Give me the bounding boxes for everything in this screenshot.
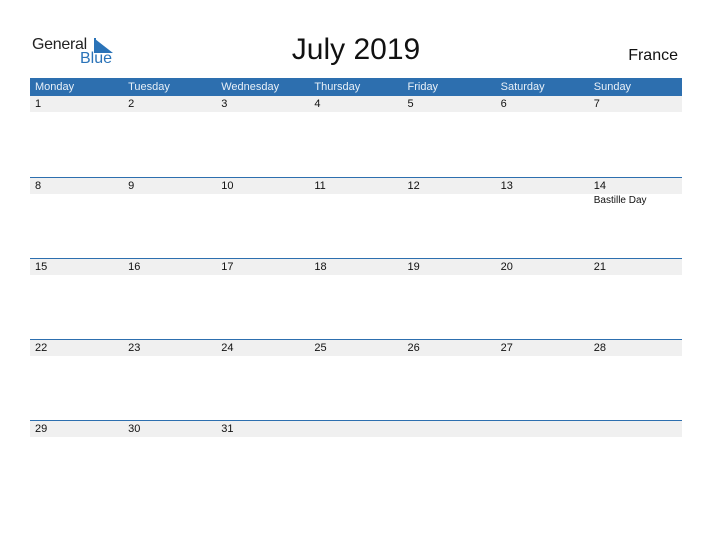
weekday-tuesday: Tuesday	[128, 81, 170, 93]
day-number: 3	[221, 98, 228, 110]
day-event	[309, 194, 402, 206]
day-event	[309, 112, 402, 113]
day-number: 15	[35, 261, 48, 273]
day-event	[403, 194, 496, 206]
week-row: 1 2 3 4 5 6 7	[30, 96, 682, 177]
day-number: 14	[593, 180, 606, 192]
event-row	[30, 112, 682, 113]
day-event	[30, 356, 123, 357]
day-number: 20	[500, 261, 513, 273]
day-event	[216, 275, 309, 276]
day-event	[403, 356, 496, 357]
calendar-grid: Monday Tuesday Wednesday Thursday Friday…	[30, 78, 682, 501]
day-event	[30, 275, 123, 276]
day-number: 6	[500, 98, 507, 110]
event-row	[30, 437, 682, 438]
day-number: 19	[407, 261, 420, 273]
day-number: 5	[407, 98, 414, 110]
weekday-header-row: Monday Tuesday Wednesday Thursday Friday…	[30, 78, 682, 96]
day-number	[589, 421, 682, 437]
day-event	[216, 194, 309, 206]
day-number: 21	[593, 261, 606, 273]
day-number-row: 1 2 3 4 5 6 7	[30, 96, 682, 112]
day-event	[216, 356, 309, 357]
week-row: 8 9 10 11 12 13 14 Bastille Day	[30, 177, 682, 258]
day-event	[403, 437, 496, 438]
day-number: 31	[221, 423, 234, 435]
day-number	[496, 421, 589, 437]
day-event	[309, 275, 402, 276]
day-number: 13	[500, 180, 513, 192]
day-number: 29	[35, 423, 48, 435]
day-number: 24	[221, 342, 234, 354]
day-number: 7	[593, 98, 600, 110]
day-event	[123, 194, 216, 206]
weekday-wednesday: Wednesday	[221, 81, 280, 93]
day-number-row: 29 30 31	[30, 421, 682, 437]
day-number: 16	[128, 261, 141, 273]
day-number: 10	[221, 180, 234, 192]
day-event	[30, 112, 123, 113]
day-event	[589, 112, 682, 113]
day-number: 22	[35, 342, 48, 354]
day-event	[589, 356, 682, 357]
day-event	[496, 437, 589, 438]
day-number: 17	[221, 261, 234, 273]
weekday-saturday: Saturday	[500, 81, 545, 93]
day-number-row: 15 16 17 18 19 20 21	[30, 259, 682, 275]
day-number: 9	[128, 180, 135, 192]
day-event: Bastille Day	[593, 195, 647, 206]
day-event	[496, 112, 589, 113]
day-number: 12	[407, 180, 420, 192]
day-number: 28	[593, 342, 606, 354]
day-event	[496, 194, 589, 206]
day-event	[30, 437, 123, 438]
day-number: 8	[35, 180, 42, 192]
day-event	[216, 437, 309, 438]
day-event	[123, 275, 216, 276]
day-event	[403, 112, 496, 113]
day-number: 27	[500, 342, 513, 354]
event-row: Bastille Day	[30, 194, 682, 206]
day-event	[30, 194, 123, 206]
day-event	[216, 112, 309, 113]
weekday-sunday: Sunday	[593, 81, 632, 93]
day-number: 25	[314, 342, 327, 354]
week-row: 29 30 31	[30, 420, 682, 501]
day-number	[403, 421, 496, 437]
event-row	[30, 356, 682, 357]
day-event	[309, 437, 402, 438]
day-number-row: 8 9 10 11 12 13 14	[30, 178, 682, 194]
week-row: 15 16 17 18 19 20 21	[30, 258, 682, 339]
day-event	[403, 275, 496, 276]
day-number: 23	[128, 342, 141, 354]
day-number: 2	[128, 98, 135, 110]
day-event	[123, 356, 216, 357]
event-row	[30, 275, 682, 276]
day-event	[123, 112, 216, 113]
calendar-title: July 2019	[291, 33, 421, 66]
day-number: 4	[314, 98, 321, 110]
day-number: 1	[35, 98, 42, 110]
weekday-friday: Friday	[407, 81, 439, 93]
day-number: 11	[314, 180, 326, 192]
day-number: 18	[314, 261, 327, 273]
weekday-monday: Monday	[35, 81, 75, 93]
day-event	[589, 275, 682, 276]
day-event	[123, 437, 216, 438]
day-event	[309, 356, 402, 357]
day-number-row: 22 23 24 25 26 27 28	[30, 340, 682, 356]
weekday-thursday: Thursday	[314, 81, 361, 93]
day-number: 30	[128, 423, 141, 435]
day-event	[496, 356, 589, 357]
country-label: France	[628, 47, 678, 64]
day-event	[589, 437, 682, 438]
day-number: 26	[407, 342, 420, 354]
day-number	[309, 421, 402, 437]
day-event	[496, 275, 589, 276]
week-row: 22 23 24 25 26 27 28	[30, 339, 682, 420]
